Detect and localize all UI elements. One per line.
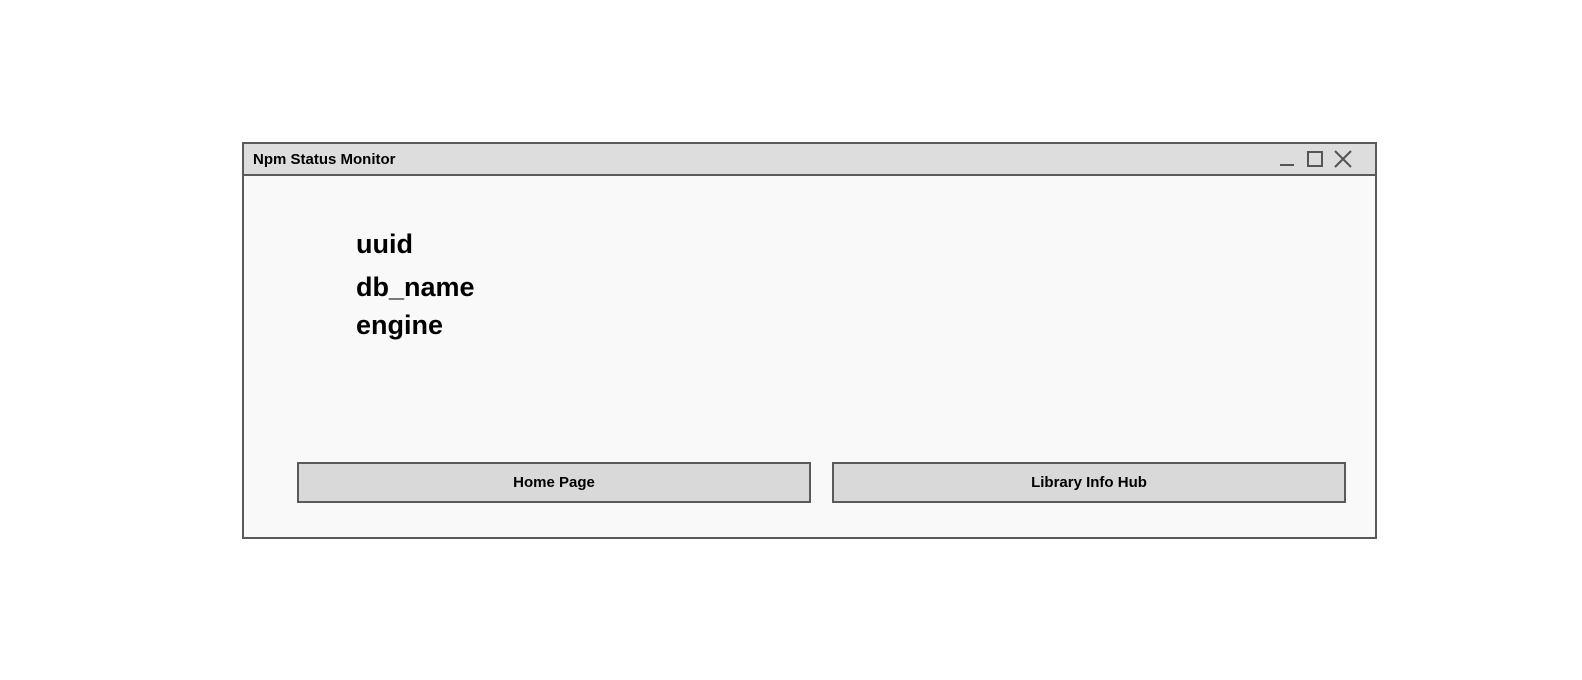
title-bar[interactable]: Npm Status Monitor xyxy=(244,144,1375,176)
window-controls xyxy=(1269,149,1353,169)
app-window: Npm Status Monitor uuid db_name engine H… xyxy=(242,142,1377,539)
field-uuid: uuid xyxy=(356,229,413,259)
field-db-name: db_name xyxy=(356,272,475,302)
close-button[interactable] xyxy=(1333,149,1353,169)
field-list: uuid db_name engine xyxy=(356,228,475,341)
maximize-button[interactable] xyxy=(1305,149,1325,169)
field-engine: engine xyxy=(356,310,444,340)
minimize-button[interactable] xyxy=(1277,149,1297,169)
minimize-icon xyxy=(1280,164,1294,166)
home-page-button[interactable]: Home Page xyxy=(297,462,811,503)
library-info-hub-button[interactable]: Library Info Hub xyxy=(832,462,1346,503)
close-icon xyxy=(1334,150,1352,168)
window-title: Npm Status Monitor xyxy=(253,151,396,168)
maximize-icon xyxy=(1307,151,1323,167)
window-content: uuid db_name engine Home Page Library In… xyxy=(244,176,1375,537)
